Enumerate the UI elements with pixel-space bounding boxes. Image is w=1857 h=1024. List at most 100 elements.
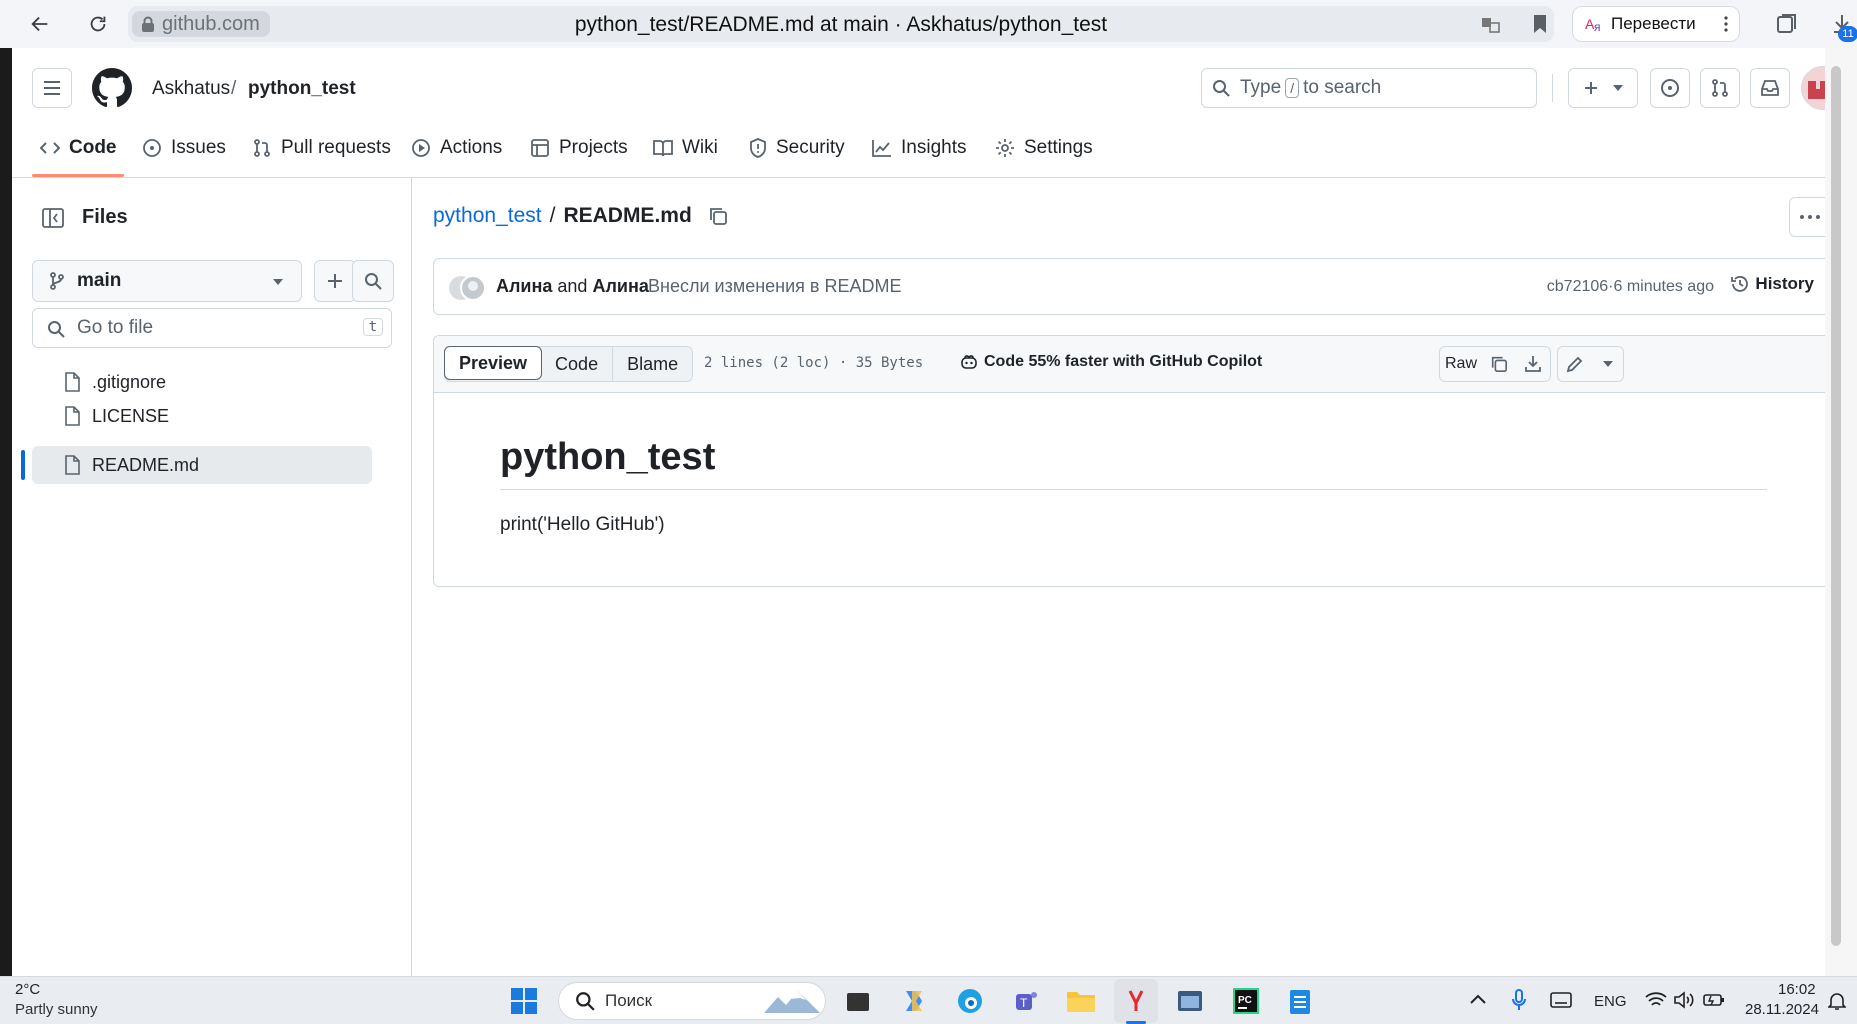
- back-button[interactable]: [24, 8, 56, 40]
- copilot-promo-text: Code 55% faster with GitHub Copilot: [984, 353, 1263, 370]
- notepad-app[interactable]: [1282, 983, 1318, 1019]
- caret-down-icon: [1602, 361, 1613, 367]
- tree-item-license[interactable]: LICENSE: [32, 397, 372, 435]
- search-input[interactable]: Type / to search: [1201, 68, 1537, 108]
- preview-mode-button[interactable]: Preview: [444, 346, 543, 380]
- inbox-button[interactable]: [1750, 68, 1790, 108]
- table-icon: [531, 139, 549, 157]
- python-app[interactable]: [1172, 983, 1208, 1019]
- weather-temperature[interactable]: 2°C: [15, 981, 40, 998]
- volume-icon[interactable]: [1673, 991, 1695, 1009]
- tabs-collection-icon[interactable]: [1775, 12, 1799, 36]
- explorer-app[interactable]: [1063, 983, 1099, 1019]
- start-button[interactable]: [506, 983, 542, 1019]
- breadcrumb: python_test / README.md: [433, 204, 728, 228]
- branch-select[interactable]: main: [32, 260, 302, 302]
- breadcrumb-separator: /: [549, 204, 556, 227]
- keyboard-icon[interactable]: [1550, 992, 1572, 1008]
- address-bar[interactable]: github.com python_test/README.md at main…: [128, 6, 1554, 42]
- weather-description[interactable]: Partly sunny: [15, 1001, 98, 1018]
- search-prefix: Type: [1240, 77, 1282, 98]
- commit-time: 6 minutes ago: [1613, 278, 1714, 295]
- tab-actions[interactable]: Actions: [411, 128, 502, 168]
- active-tab-indicator: [32, 174, 124, 177]
- blame-mode-button[interactable]: Blame: [613, 347, 692, 381]
- copilot-icon: [961, 355, 977, 369]
- clock-time[interactable]: 16:02: [1778, 981, 1816, 998]
- code-mode-button[interactable]: Code: [541, 347, 614, 381]
- tree-item-readme[interactable]: README.md: [32, 446, 372, 484]
- commit-message[interactable]: Внесли изменения в README: [648, 276, 901, 297]
- tab-label: Wiki: [682, 137, 718, 158]
- tab-settings[interactable]: Settings: [995, 128, 1093, 168]
- copilot-app[interactable]: [896, 983, 932, 1019]
- tab-projects[interactable]: Projects: [530, 128, 628, 168]
- kebab-menu-icon[interactable]: [1724, 16, 1728, 32]
- readme-paragraph: print('Hello GitHub'): [500, 514, 665, 535]
- history-label: History: [1755, 274, 1814, 293]
- hamburger-icon: [44, 81, 60, 95]
- browser-toolbar: github.com python_test/README.md at main…: [0, 0, 1857, 48]
- folder-icon: [1067, 992, 1095, 1012]
- menu-button[interactable]: [32, 68, 72, 108]
- tab-insights[interactable]: Insights: [872, 128, 966, 168]
- battery-icon[interactable]: [1703, 992, 1725, 1008]
- add-file-button[interactable]: [314, 260, 356, 302]
- breadcrumb-file: README.md: [563, 204, 692, 227]
- tab-security[interactable]: Security: [749, 128, 845, 168]
- commit-author[interactable]: Алина: [592, 276, 648, 296]
- file-toolbar: Preview Code Blame 2 lines (2 loc) · 35 …: [434, 336, 1830, 393]
- edge-app[interactable]: [952, 983, 988, 1019]
- commit-sha[interactable]: cb72106: [1547, 278, 1608, 295]
- teams-app[interactable]: T: [1008, 983, 1044, 1019]
- translate-label: Перевести: [1611, 14, 1696, 33]
- owner-link[interactable]: Askhatus: [152, 78, 230, 100]
- file-viewer: Preview Code Blame 2 lines (2 loc) · 35 …: [433, 335, 1831, 587]
- raw-button[interactable]: Raw: [1439, 346, 1483, 382]
- yandex-browser-app[interactable]: [1114, 979, 1158, 1023]
- file-name: LICENSE: [92, 405, 170, 426]
- translate-page-icon[interactable]: [1481, 16, 1501, 34]
- mountains-icon: [764, 991, 820, 1013]
- microphone-icon[interactable]: [1512, 989, 1526, 1011]
- taskbar-search[interactable]: Поиск: [558, 982, 826, 1020]
- tab-code[interactable]: Code: [40, 128, 117, 168]
- go-to-file-input[interactable]: Go to file t: [32, 308, 392, 348]
- repo-link[interactable]: python_test: [248, 78, 356, 100]
- page-scrollbar[interactable]: [1825, 48, 1857, 976]
- tab-issues[interactable]: Issues: [142, 128, 226, 168]
- task-view-app[interactable]: [840, 983, 876, 1019]
- clock-date[interactable]: 28.11.2024: [1745, 1001, 1819, 1018]
- scrollbar-thumb[interactable]: [1831, 66, 1841, 946]
- issues-button[interactable]: [1650, 68, 1690, 108]
- copy-raw-button[interactable]: [1482, 346, 1516, 382]
- github-logo-icon[interactable]: [92, 68, 132, 108]
- teams-icon: T: [1016, 992, 1037, 1010]
- copilot-promo-link[interactable]: Code 55% faster with GitHub Copilot: [960, 353, 1262, 371]
- search-files-button[interactable]: [352, 260, 394, 302]
- tree-item-gitignore[interactable]: .gitignore: [32, 363, 372, 401]
- tab-pull-requests[interactable]: Pull requests: [252, 128, 391, 168]
- edit-options-button[interactable]: [1592, 346, 1624, 382]
- history-button[interactable]: History: [1731, 274, 1814, 294]
- translate-button[interactable]: Aя Перевести: [1572, 6, 1740, 42]
- chevron-up-icon[interactable]: [1470, 994, 1486, 1004]
- reload-button[interactable]: [82, 8, 114, 40]
- edit-file-button[interactable]: [1557, 346, 1593, 382]
- pull-requests-button[interactable]: [1700, 68, 1740, 108]
- breadcrumb-repo-link[interactable]: python_test: [433, 204, 542, 228]
- commit-authors: Алина and Алина: [496, 276, 649, 297]
- create-new-button[interactable]: [1568, 68, 1638, 108]
- download-raw-button[interactable]: [1515, 346, 1551, 382]
- copy-path-icon[interactable]: [708, 206, 728, 226]
- notification-bell-icon[interactable]: [1828, 991, 1846, 1011]
- commit-author[interactable]: Алина: [496, 276, 552, 296]
- wifi-icon[interactable]: [1645, 991, 1667, 1009]
- bookmark-icon[interactable]: [1532, 14, 1548, 34]
- collapse-sidebar-button[interactable]: [32, 198, 74, 238]
- view-mode-toggle: Preview Code Blame: [444, 346, 694, 382]
- gear-icon: [996, 139, 1014, 157]
- input-language[interactable]: ENG: [1594, 993, 1627, 1010]
- tab-wiki[interactable]: Wiki: [653, 128, 718, 168]
- pycharm-app[interactable]: PC: [1228, 983, 1264, 1019]
